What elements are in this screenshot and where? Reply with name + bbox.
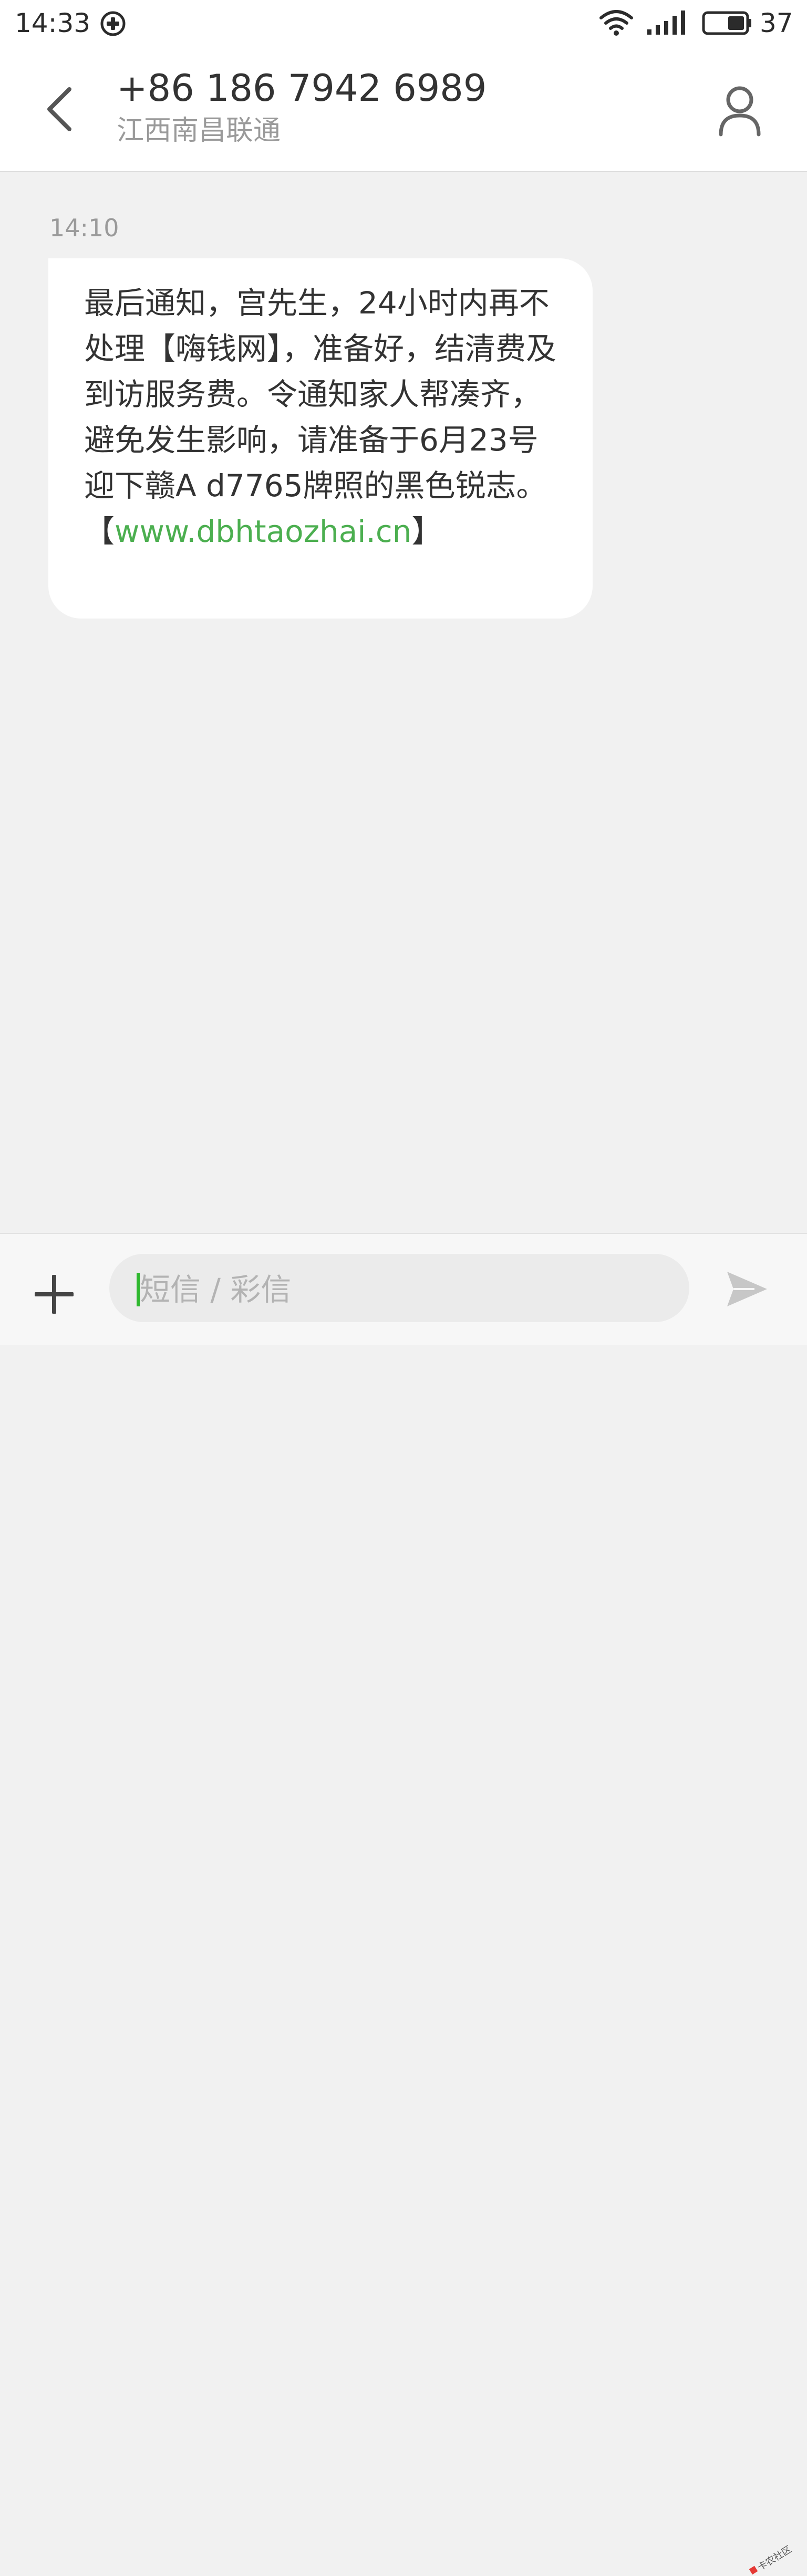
circled-plus-icon [100,11,126,36]
compose-bar: 短信 / 彩信 卡农社区 [0,1233,807,2575]
svg-text:卡农社区: 卡农社区 [756,2544,793,2573]
wifi-icon [599,10,633,36]
battery-level: 37 [760,8,793,38]
watermark-logo: 卡农社区 [749,2544,793,2575]
message-text: 最后通知，宫先生，24小时内再不处理【嗨钱网】，准备好，结清费及到访服务费。令通… [84,280,567,554]
message-bubble[interactable]: 最后通知，宫先生，24小时内再不处理【嗨钱网】，准备好，结清费及到访服务费。令通… [48,258,593,619]
message-text-end: 】 [411,514,442,549]
contact-number: +86 186 7942 6989 [117,67,487,110]
signal-bars-icon [647,11,685,35]
battery-icon [702,11,751,35]
message-input[interactable]: 短信 / 彩信 [109,1254,689,1322]
message-input-placeholder: 短信 / 彩信 [140,1272,292,1307]
message-timestamp: 14:10 [49,214,119,242]
message-text-body: 最后通知，宫先生，24小时内再不处理【嗨钱网】，准备好，结清费及到访服务费。令通… [84,285,557,549]
plus-icon[interactable] [30,1271,78,1318]
contact-location: 江西南昌联通 [117,115,281,146]
status-bar: 14:33 37 [0,0,807,46]
chevron-left-icon[interactable] [38,83,85,135]
send-icon[interactable] [723,1265,770,1313]
status-time: 14:33 [15,8,91,38]
person-icon[interactable] [713,83,766,141]
conversation-header: +86 186 7942 6989 江西南昌联通 [0,46,807,172]
message-link[interactable]: www.dbhtaozhai.cn [115,514,412,549]
